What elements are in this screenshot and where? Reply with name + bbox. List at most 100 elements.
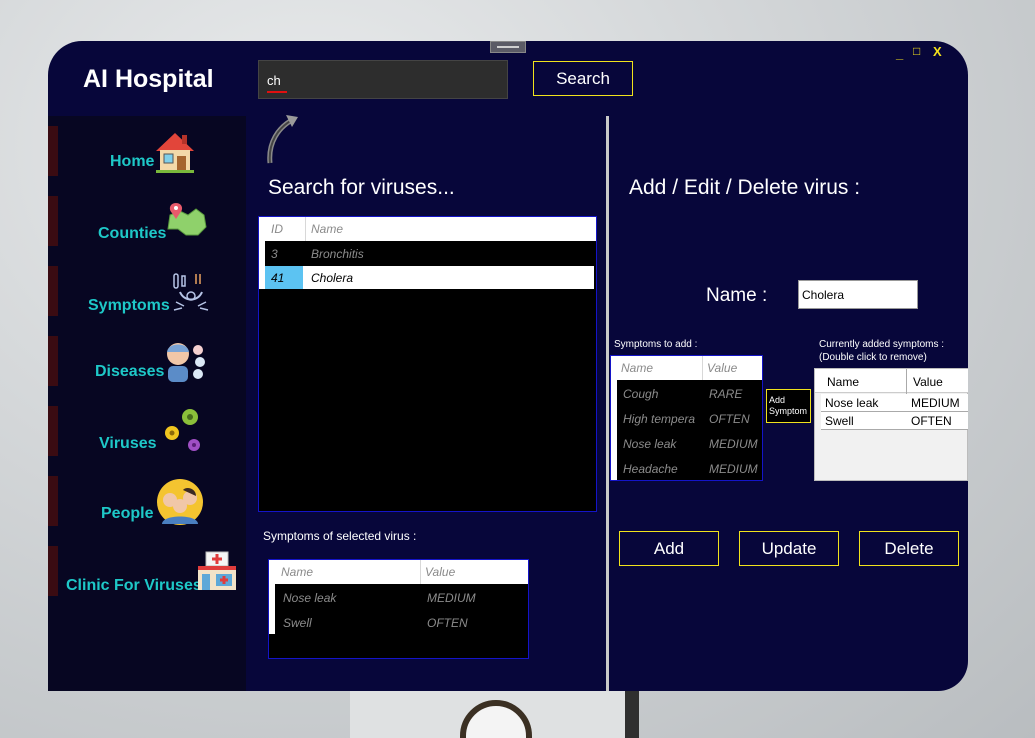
nav-marker bbox=[48, 196, 58, 246]
sidebar-item-clinic-for-viruses[interactable]: Clinic For Viruses bbox=[48, 546, 246, 598]
symptoms-to-add-table[interactable]: Name Value Cough RARE High tempera OFTEN… bbox=[610, 355, 763, 481]
table-row-selected[interactable]: 41 Cholera bbox=[265, 266, 594, 289]
table-header: Name Value bbox=[815, 369, 968, 393]
cell-value: MEDIUM bbox=[911, 396, 960, 410]
map-pin-icon bbox=[167, 203, 207, 236]
table-row[interactable]: Headache MEDIUM bbox=[617, 457, 760, 481]
added-symptoms-table[interactable]: Name Value Nose leak MEDIUM Swell OFTEN bbox=[814, 368, 968, 481]
sidebar-item-home[interactable]: Home bbox=[48, 126, 246, 178]
currently-added-label: Currently added symptoms : bbox=[819, 339, 945, 350]
house-icon bbox=[156, 133, 194, 173]
cell-name: Cholera bbox=[311, 271, 354, 285]
table-row[interactable]: Nose leak MEDIUM bbox=[821, 394, 968, 412]
virus-icon bbox=[165, 409, 200, 451]
sidebar-item-label: Viruses bbox=[99, 435, 157, 452]
cell-id: 41 bbox=[271, 271, 285, 285]
viruses-table[interactable]: ID Name 3 Bronchitis 41 Cholera bbox=[258, 216, 597, 512]
symptoms-of-virus-label: Symptoms of selected virus : bbox=[263, 529, 417, 543]
cell-name: Swell bbox=[825, 414, 854, 428]
cell-name: Nose leak bbox=[623, 437, 677, 451]
search-field[interactable] bbox=[258, 60, 508, 99]
sidebar: Home Counties Symptoms Diseases Viruses … bbox=[48, 116, 246, 691]
column-separator bbox=[305, 217, 306, 241]
back-arrow-icon[interactable] bbox=[264, 113, 300, 167]
cell-value: OFTEN bbox=[427, 616, 468, 630]
nav-marker bbox=[48, 266, 58, 316]
sidebar-item-label: Counties bbox=[98, 225, 167, 242]
sidebar-item-label: Symptoms bbox=[88, 297, 170, 314]
search-viruses-title: Search for viruses... bbox=[268, 176, 455, 199]
name-input[interactable] bbox=[798, 280, 918, 309]
cell-name: High tempera bbox=[623, 412, 696, 426]
search-button[interactable]: Search bbox=[533, 61, 633, 96]
drag-handle[interactable] bbox=[490, 41, 526, 53]
table-header: Name Value bbox=[269, 560, 528, 584]
table-row[interactable]: Cough RARE bbox=[617, 382, 760, 406]
cell-name: Nose leak bbox=[283, 591, 337, 605]
add-button[interactable]: Add bbox=[619, 531, 719, 566]
table-row[interactable]: High tempera OFTEN bbox=[617, 407, 760, 431]
cell-name: Cough bbox=[623, 387, 659, 401]
maximize-button[interactable]: □ bbox=[913, 44, 920, 58]
double-click-hint: (Double click to remove) bbox=[819, 352, 927, 363]
sidebar-item-counties[interactable]: Counties bbox=[48, 196, 246, 248]
cell-value: OFTEN bbox=[911, 414, 952, 428]
search-input[interactable] bbox=[267, 71, 497, 89]
nav-marker bbox=[48, 336, 58, 386]
sidebar-item-label: Diseases bbox=[95, 363, 165, 380]
sidebar-item-label: Clinic For Viruses bbox=[66, 577, 202, 594]
column-header-id[interactable]: ID bbox=[271, 222, 283, 236]
column-header-name[interactable]: Name bbox=[827, 375, 859, 389]
virus-symptoms-table[interactable]: Name Value Nose leak MEDIUM Swell OFTEN bbox=[268, 559, 529, 659]
table-row[interactable]: Nose leak MEDIUM bbox=[617, 432, 760, 456]
cell-id: 3 bbox=[271, 247, 278, 261]
table-header: Name Value bbox=[611, 356, 762, 380]
table-row[interactable]: Nose leak MEDIUM bbox=[275, 586, 526, 610]
update-button[interactable]: Update bbox=[739, 531, 839, 566]
app-window: _ □ X AI Hospital Search Home Counties bbox=[48, 41, 968, 691]
symptoms-to-add-label: Symptoms to add : bbox=[614, 339, 698, 350]
close-button[interactable]: X bbox=[933, 44, 942, 59]
thermometer-icon bbox=[173, 273, 209, 311]
nav-marker bbox=[48, 476, 58, 526]
panel-divider bbox=[606, 116, 609, 691]
sidebar-item-label: People bbox=[101, 505, 154, 522]
column-header-name[interactable]: Name bbox=[311, 222, 343, 236]
cell-value: OFTEN bbox=[709, 412, 750, 426]
clinic-icon bbox=[198, 551, 236, 590]
search-underline bbox=[267, 91, 287, 93]
column-header-name[interactable]: Name bbox=[281, 565, 313, 579]
table-row[interactable]: 3 Bronchitis bbox=[265, 242, 594, 266]
nav-marker bbox=[48, 546, 58, 596]
name-label: Name : bbox=[706, 285, 768, 306]
add-symptom-button[interactable]: Add Symptom bbox=[766, 389, 811, 423]
cell-name: Nose leak bbox=[825, 396, 879, 410]
minimize-button[interactable]: _ bbox=[896, 46, 903, 61]
cell-name: Bronchitis bbox=[311, 247, 364, 261]
sidebar-item-diseases[interactable]: Diseases bbox=[48, 336, 246, 388]
nav-marker bbox=[48, 406, 58, 456]
cell-name: Swell bbox=[283, 616, 312, 630]
column-separator bbox=[420, 560, 421, 584]
column-header-value[interactable]: Value bbox=[913, 375, 943, 389]
table-row[interactable]: Swell OFTEN bbox=[821, 412, 968, 430]
people-icon bbox=[157, 479, 203, 525]
column-header-value[interactable]: Value bbox=[425, 565, 455, 579]
desktop-pole bbox=[625, 690, 639, 738]
column-separator bbox=[702, 356, 703, 380]
sidebar-item-viruses[interactable]: Viruses bbox=[48, 406, 246, 458]
column-header-value[interactable]: Value bbox=[707, 361, 737, 375]
sidebar-item-symptoms[interactable]: Symptoms bbox=[48, 266, 246, 318]
sidebar-item-people[interactable]: People bbox=[48, 476, 246, 528]
cell-name: Headache bbox=[623, 462, 678, 476]
table-row[interactable]: Swell OFTEN bbox=[275, 611, 526, 635]
cell-value: MEDIUM bbox=[709, 437, 758, 451]
cell-value: MEDIUM bbox=[427, 591, 476, 605]
delete-button[interactable]: Delete bbox=[859, 531, 959, 566]
cell-value: RARE bbox=[709, 387, 743, 401]
table-header: ID Name bbox=[259, 217, 596, 241]
sidebar-item-label: Home bbox=[110, 153, 155, 170]
nav-marker bbox=[48, 126, 58, 176]
cell-value: MEDIUM bbox=[709, 462, 758, 476]
column-header-name[interactable]: Name bbox=[621, 361, 653, 375]
